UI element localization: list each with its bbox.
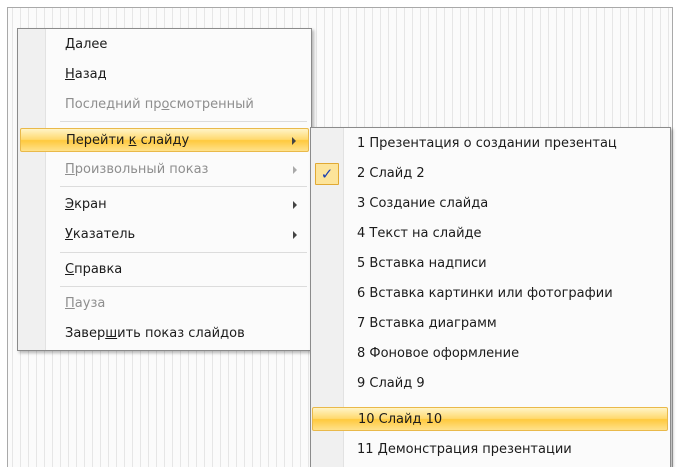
menu-item-pointer[interactable]: Указатель [20, 223, 309, 247]
slide-item-label: 1 Презентация о создании презентац [357, 136, 617, 151]
slide-item[interactable]: 3 Создание слайда [313, 192, 668, 216]
slide-item[interactable]: 4 Текст на слайде [313, 222, 668, 246]
menu-item-label: Завершить показ слайдов [65, 326, 245, 341]
menu-item-label: Указатель [65, 227, 136, 242]
menu-item-last-viewed: Последний просмотренный [20, 93, 309, 117]
menu-separator [60, 252, 307, 253]
menu-item-label: Пауза [65, 296, 106, 311]
menu-item-label: Произвольный показ [65, 162, 209, 177]
slide-item[interactable]: 7 Вставка диаграмм [313, 312, 668, 336]
slide-item-label: 3 Создание слайда [357, 196, 489, 211]
slide-item[interactable]: ✓ 2 Слайд 2 [313, 162, 668, 186]
submenu-arrow-icon [293, 166, 297, 174]
menu-item-previous[interactable]: Назад [20, 63, 309, 87]
slide-item-label: 8 Фоновое оформление [357, 346, 520, 361]
submenu-arrow-icon [293, 201, 297, 209]
slide-item-label: 10 Слайд 10 [358, 412, 443, 427]
menu-item-end-show[interactable]: Завершить показ слайдов [20, 322, 309, 346]
slide-item-label: 6 Вставка картинки или фотографии [357, 286, 613, 301]
slide-item-label: 7 Вставка диаграмм [357, 316, 497, 331]
menu-separator [60, 186, 307, 187]
slide-item-label: 9 Слайд 9 [357, 376, 425, 391]
menu-separator [60, 286, 307, 287]
slide-item[interactable]: 11 Демонстрация презентации [313, 438, 668, 462]
menu-item-label: Далее [65, 37, 108, 52]
menu-item-screen[interactable]: Экран [20, 193, 309, 217]
menu-item-label: Перейти к слайду [66, 133, 190, 148]
menu-separator [60, 121, 307, 122]
slide-item[interactable]: 9 Слайд 9 [313, 372, 668, 396]
go-to-slide-submenu: 1 Презентация о создании презентац ✓ 2 С… [310, 127, 671, 467]
submenu-arrow-icon [292, 137, 296, 145]
slide-item[interactable]: 6 Вставка картинки или фотографии [313, 282, 668, 306]
slide-item-label: 4 Текст на слайде [357, 226, 482, 241]
menu-item-label: Последний просмотренный [65, 97, 254, 112]
menu-item-go-to-slide[interactable]: Перейти к слайду [20, 128, 309, 152]
menu-item-label: Назад [65, 67, 107, 82]
menu-item-next[interactable]: Далее [20, 33, 309, 57]
slide-item-label: 11 Демонстрация презентации [357, 442, 572, 457]
menu-item-pause: Пауза [20, 292, 309, 316]
slide-item-highlighted[interactable]: 10 Слайд 10 [312, 407, 668, 431]
slide-item-label: 2 Слайд 2 [357, 166, 425, 181]
slide-show-context-menu: Далее Назад Последний просмотренный Пере… [17, 28, 312, 351]
slide-item[interactable]: 8 Фоновое оформление [313, 342, 668, 366]
slide-item-label: 5 Вставка надписи [357, 256, 487, 271]
submenu-arrow-icon [293, 231, 297, 239]
menu-item-help[interactable]: Справка [20, 258, 309, 282]
slide-item[interactable]: 5 Вставка надписи [313, 252, 668, 276]
menu-item-label: Экран [65, 197, 107, 212]
slide-item[interactable]: 1 Презентация о создании презентац [313, 132, 668, 156]
checkmark-icon: ✓ [315, 163, 339, 185]
menu-item-custom-show: Произвольный показ [20, 158, 309, 182]
menu-item-label: Справка [65, 262, 123, 277]
